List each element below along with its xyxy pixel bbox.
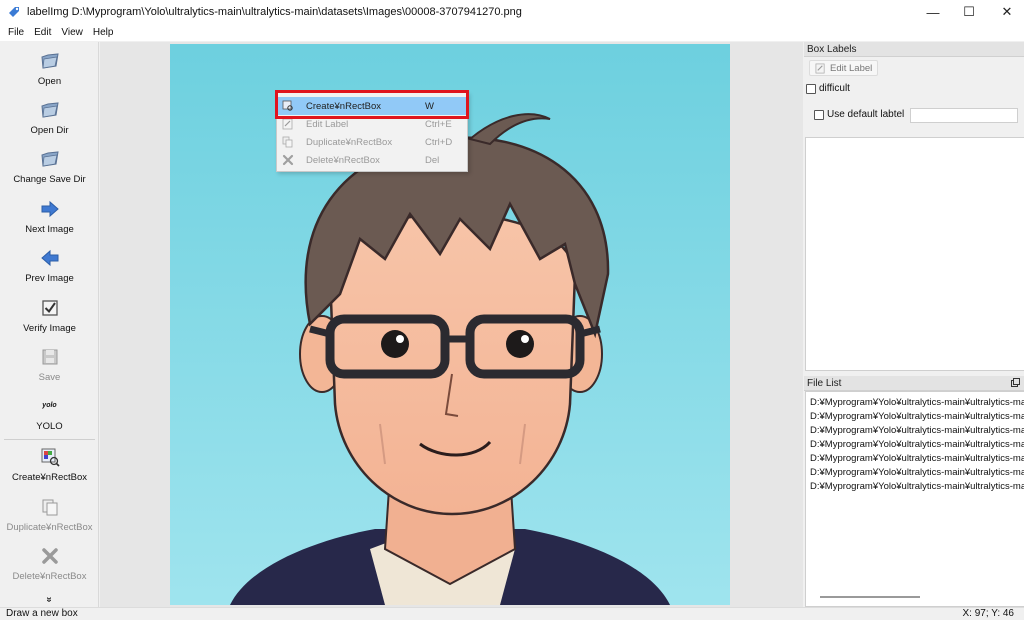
file-list-item[interactable]: D:¥Myprogram¥Yolo¥ultralytics-main¥ultra… [806,424,1024,438]
difficult-checkbox[interactable] [806,84,816,94]
save-dir-icon [40,151,59,167]
arrow-right-icon [41,200,59,218]
file-list[interactable]: D:¥Myprogram¥Yolo¥ultralytics-main¥ultra… [805,391,1024,607]
status-bar: Draw a new box X: 97; Y: 46 [0,607,1024,620]
duplicate-icon [282,136,293,148]
status-message: Draw a new box [6,608,78,619]
delete-x-icon [282,154,294,166]
file-list-item[interactable]: D:¥Myprogram¥Yolo¥ultralytics-main¥ultra… [806,466,1024,480]
change-save-dir-button[interactable]: Change Save Dir [0,148,99,185]
open-dir-icon [40,102,59,118]
open-label: Open [37,76,62,87]
file-list-item[interactable]: D:¥Myprogram¥Yolo¥ultralytics-main¥ultra… [806,438,1024,452]
use-default-label-text: Use default labtel [827,109,905,120]
box-labels-title: Box Labels [804,42,1024,57]
delete-rectbox-label: Delete¥nRectBox [12,571,87,582]
open-button[interactable]: Open [0,50,99,87]
ctx-duplicate-shortcut: Ctrl+D [425,136,453,148]
file-list-item[interactable]: D:¥Myprogram¥Yolo¥ultralytics-main¥ultra… [806,452,1024,466]
edit-icon [815,63,825,73]
open-folder-icon [40,53,59,69]
duplicate-rectbox-button[interactable]: Duplicate¥nRectBox [0,496,99,533]
floppy-icon [42,349,57,365]
ctx-delete-rectbox[interactable]: Delete¥nRectBox Del [277,151,467,169]
title-bar: labelImg D:\Myprogram\Yolo\ultralytics-m… [0,0,1024,24]
file-list-item[interactable]: D:¥Myprogram¥Yolo¥ultralytics-main¥ultra… [806,410,1024,424]
menu-help[interactable]: Help [88,27,119,38]
float-dock-icon[interactable] [1011,378,1020,387]
edit-label-button[interactable]: Edit Label [809,60,878,76]
ctx-edit-shortcut: Ctrl+E [425,118,452,130]
labelimg-window: labelImg D:\Myprogram\Yolo\ultralytics-m… [0,0,1024,620]
verify-image-label: Verify Image [23,323,76,334]
file-list-item[interactable]: D:¥Myprogram¥Yolo¥ultralytics-main¥ultra… [806,480,1024,494]
next-image-label: Next Image [25,224,74,235]
window-title: labelImg D:\Myprogram\Yolo\ultralytics-m… [27,6,522,18]
create-rectbox-label: Create¥nRectBox [12,472,87,483]
toolbar-separator [4,439,95,440]
edit-icon [282,118,293,130]
toolbar-more-button[interactable]: » [44,595,55,605]
highlight-annotation-box [275,90,469,119]
difficult-label: difficult [819,83,850,94]
verify-image-button[interactable]: Verify Image [0,297,99,334]
save-label: Save [38,372,61,383]
edit-label-text: Edit Label [830,62,873,74]
labelimg-app-icon [9,7,19,17]
prev-image-button[interactable]: Prev Image [0,247,99,284]
file-list-title-text: File List [807,377,842,389]
open-dir-button[interactable]: Open Dir [0,99,99,136]
ctx-duplicate-text: Duplicate¥nRectBox [306,136,393,148]
format-label: YOLO [36,421,63,432]
cursor-position: X: 97; Y: 46 [962,608,1014,619]
save-button[interactable]: Save [0,346,99,383]
canvas-area[interactable]: Create¥nRectBox W Edit Label Ctrl+E Dupl… [100,42,803,607]
menu-view[interactable]: View [56,27,88,38]
format-yolo-button[interactable]: yolo YOLO [0,395,99,432]
next-image-button[interactable]: Next Image [0,198,99,235]
checkbox-icon [41,300,58,316]
tool-bar: Open Open Dir Change Save Dir Next Image [0,42,99,607]
duplicate-rectbox-label: Duplicate¥nRectBox [6,522,93,533]
menu-edit[interactable]: Edit [29,27,56,38]
file-list-title: File List [804,376,1024,391]
duplicate-icon [42,499,57,516]
menu-file[interactable]: File [3,27,29,38]
right-dock: Box Labels Edit Label difficult Use defa… [804,42,1024,607]
close-button[interactable]: ✕ [984,0,1024,24]
label-list[interactable] [805,137,1024,371]
default-label-input[interactable] [910,108,1018,123]
horizontal-scrollbar[interactable] [820,596,920,598]
ctx-duplicate-rectbox[interactable]: Duplicate¥nRectBox Ctrl+D [277,133,467,151]
delete-rectbox-button[interactable]: Delete¥nRectBox [0,545,99,582]
file-list-item[interactable]: D:¥Myprogram¥Yolo¥ultralytics-main¥ultra… [806,396,1024,410]
delete-x-icon [41,548,58,564]
open-dir-label: Open Dir [30,125,69,136]
create-box-icon [41,448,60,467]
change-save-dir-label: Change Save Dir [13,174,86,185]
create-rectbox-button[interactable]: Create¥nRectBox [0,446,99,483]
ctx-delete-text: Delete¥nRectBox [306,154,380,166]
ctx-delete-shortcut: Del [425,154,440,166]
prev-image-label: Prev Image [25,273,74,284]
ctx-edit-text: Edit Label [306,118,349,130]
use-default-label-checkbox[interactable] [814,110,824,120]
arrow-left-icon [40,249,58,267]
yolo-icon: yolo [42,402,57,409]
menu-bar: File Edit View Help [0,24,1024,41]
